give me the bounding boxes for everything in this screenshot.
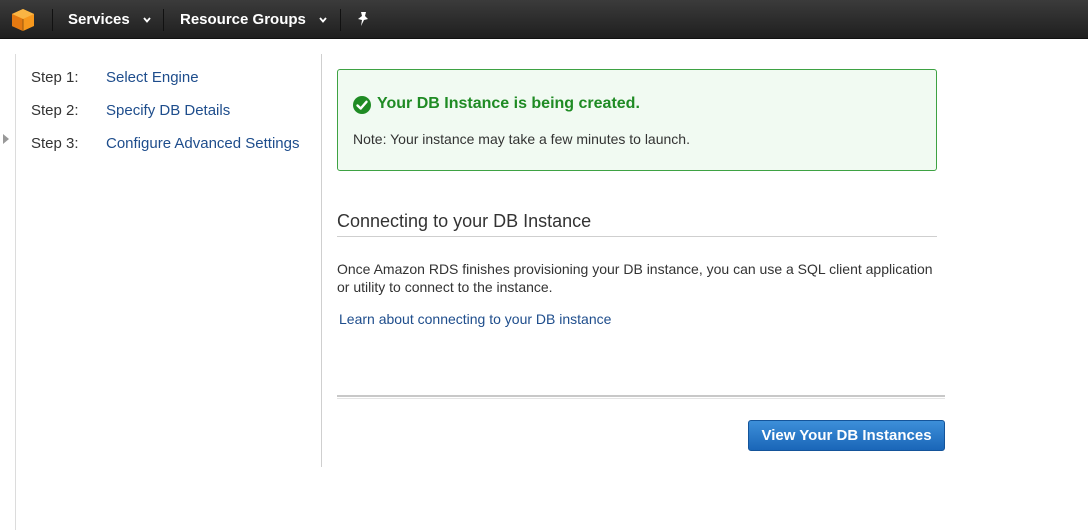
vertical-divider (321, 54, 322, 467)
services-menu-label: Services (68, 11, 130, 28)
check-circle-icon (353, 96, 371, 114)
step-link-select-engine[interactable]: Select Engine (106, 69, 199, 86)
nav-separator (163, 9, 164, 31)
resource-groups-menu[interactable]: Resource Groups (180, 0, 328, 39)
learn-connecting-link[interactable]: Learn about connecting to your DB instan… (339, 311, 611, 327)
side-panel-edge (0, 54, 16, 530)
step-number: Step 1: (31, 69, 79, 86)
success-title: Your DB Instance is being created. (377, 95, 640, 112)
step-link-specify-db-details[interactable]: Specify DB Details (106, 102, 230, 119)
success-note: Note: Your instance may take a few minut… (353, 131, 690, 147)
section-title: Connecting to your DB Instance (337, 211, 592, 231)
aws-cube-icon[interactable] (10, 7, 36, 33)
pin-icon[interactable] (355, 11, 371, 27)
step-number: Step 2: (31, 102, 79, 119)
nav-separator (340, 9, 341, 31)
step-link-configure-advanced-settings[interactable]: Configure Advanced Settings (106, 135, 299, 152)
chevron-down-icon (319, 17, 327, 23)
step-number: Step 3: (31, 135, 79, 152)
footer-divider (337, 395, 945, 399)
section-divider (337, 236, 937, 237)
success-alert: Your DB Instance is being created. Note:… (337, 69, 937, 171)
resource-groups-menu-label: Resource Groups (180, 11, 306, 28)
services-menu[interactable]: Services (68, 0, 152, 39)
top-navigation-bar: Services Resource Groups (0, 0, 1088, 39)
expand-arrow-icon[interactable] (3, 134, 9, 144)
chevron-down-icon (143, 17, 151, 23)
view-db-instances-button[interactable]: View Your DB Instances (748, 420, 945, 451)
nav-separator (52, 9, 53, 31)
connecting-description: Once Amazon RDS finishes provisioning yo… (337, 261, 933, 295)
